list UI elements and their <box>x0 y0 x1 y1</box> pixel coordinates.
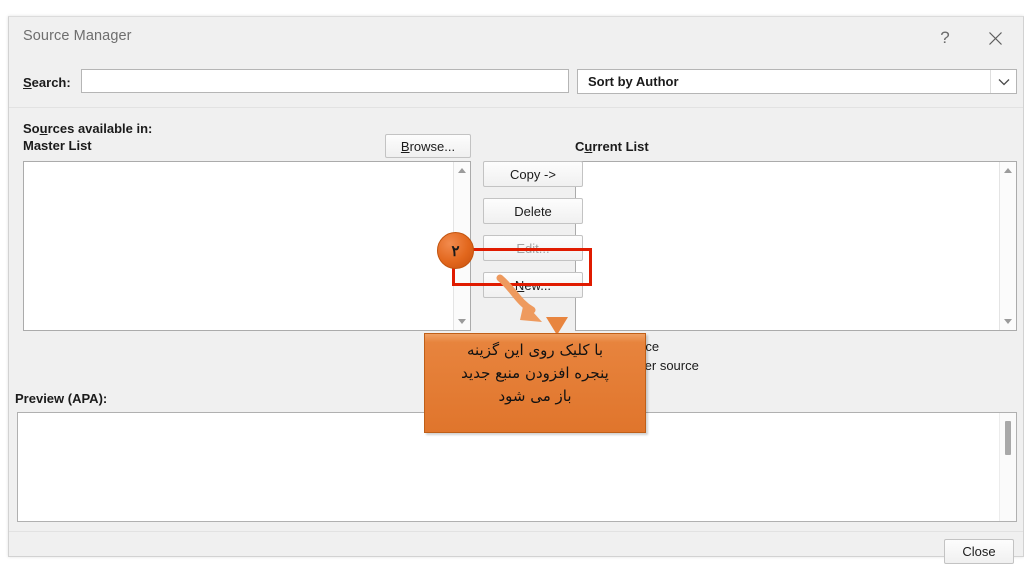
footer-divider <box>9 531 1023 532</box>
current-list-scrollbar[interactable] <box>999 162 1016 330</box>
callout-line-1: با کلیک روی این گزینه <box>466 341 604 359</box>
header-divider <box>9 107 1023 108</box>
persian-callout-box: با کلیک روی این گزینه پنجره افزودن منبع … <box>424 333 646 433</box>
scroll-up-arrow-icon[interactable] <box>1000 162 1017 179</box>
edit-button[interactable]: Edit... <box>483 235 583 261</box>
callout-line-3: باز می شود <box>498 387 572 405</box>
search-input[interactable] <box>81 69 569 93</box>
close-button[interactable]: Close <box>944 539 1014 564</box>
scroll-down-arrow-icon[interactable] <box>454 313 471 330</box>
copy-button[interactable]: Copy -> <box>483 161 583 187</box>
step-badge-number: ۲ <box>451 242 460 260</box>
sources-available-label: Sources available in: <box>23 121 153 136</box>
close-x-icon <box>988 31 1002 45</box>
master-list-label: Master List <box>23 138 92 153</box>
scroll-down-arrow-icon[interactable] <box>1000 313 1017 330</box>
delete-button[interactable]: Delete <box>483 198 583 224</box>
help-button[interactable]: ? <box>925 25 965 51</box>
sort-dropdown[interactable]: Sort by Author <box>577 69 1017 94</box>
search-row: Search: Sort by Author <box>9 57 1023 94</box>
scroll-up-arrow-icon[interactable] <box>454 162 471 179</box>
preview-label: Preview (APA): <box>15 391 108 406</box>
close-window-button[interactable] <box>975 25 1015 51</box>
dialog-titlebar: Source Manager ? <box>9 17 1023 57</box>
dialog-title: Source Manager <box>23 28 132 44</box>
step-badge-2: ۲ <box>437 232 474 269</box>
preview-scrollbar[interactable] <box>999 413 1016 521</box>
preview-scroll-thumb[interactable] <box>1005 421 1011 455</box>
sort-dropdown-value: Sort by Author <box>588 74 679 89</box>
current-list-box[interactable] <box>575 161 1017 331</box>
master-list-box[interactable] <box>23 161 471 331</box>
browse-button[interactable]: Browse... <box>385 134 471 158</box>
screenshot-root: Source Manager ? Search: Sort by Author <box>0 0 1024 576</box>
current-list-label: Current List <box>575 139 649 154</box>
question-mark-icon: ? <box>940 28 950 47</box>
search-label: Search: <box>23 75 71 90</box>
chevron-down-icon <box>990 70 1016 93</box>
callout-line-2: پنجره افزودن منبع جدید <box>461 364 609 382</box>
